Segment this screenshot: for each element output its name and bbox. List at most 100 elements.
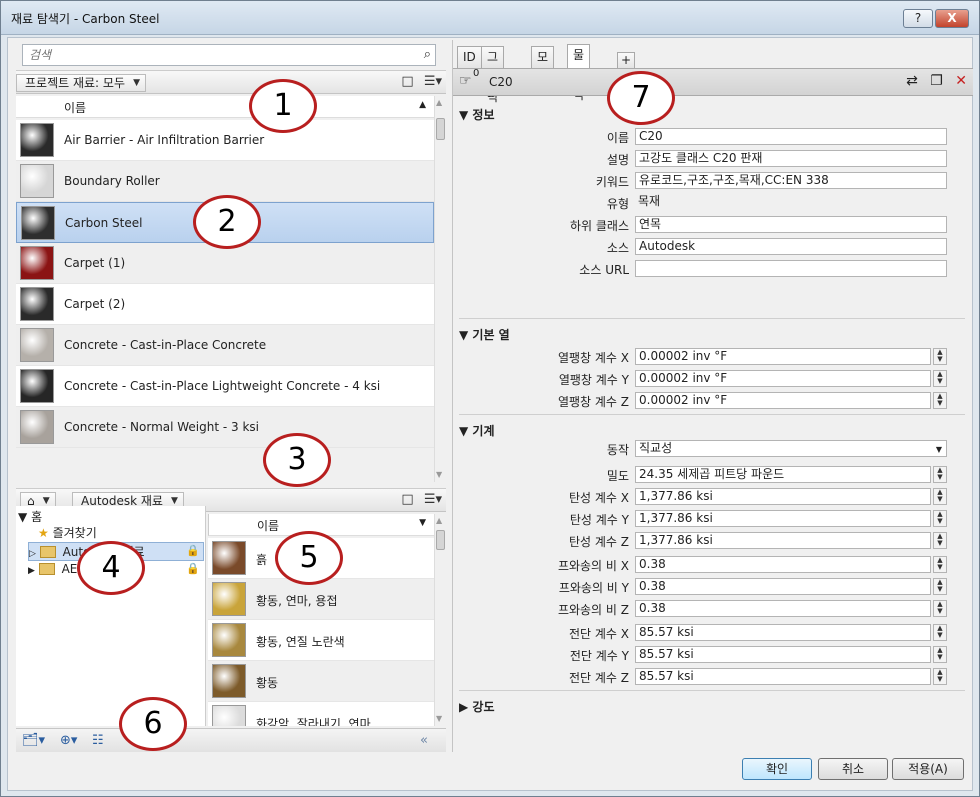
property-field[interactable]: 85.57 ksi — [635, 646, 931, 663]
panel-toggle-icon[interactable]: □ — [401, 74, 413, 89]
spinner-control[interactable]: ▲ ▼ — [933, 370, 947, 387]
material-editor-icon[interactable]: ☷ — [92, 733, 104, 748]
material-name: Boundary Roller — [64, 174, 160, 188]
property-field[interactable]: 연목 — [635, 216, 947, 233]
spinner-control[interactable]: ▲ ▼ — [933, 488, 947, 505]
spinner-control[interactable]: ▲ ▼ — [933, 600, 947, 617]
panel-toggle-icon[interactable]: □ — [401, 492, 413, 507]
property-field[interactable]: 0.00002 inv °F — [635, 348, 931, 365]
scroll-down-icon[interactable]: ▼ — [436, 714, 442, 723]
property-field[interactable]: 1,377.86 ksi — [635, 488, 931, 505]
list-view-icon[interactable]: ☰▾ — [424, 74, 442, 89]
list-item[interactable]: 황동, 연질 노란색 — [208, 620, 434, 661]
remove-asset-icon[interactable]: ✕ — [955, 73, 967, 89]
tab-identity[interactable]: ID — [457, 46, 482, 68]
spinner-control[interactable]: ▲ ▼ — [933, 466, 947, 483]
spinner-control[interactable]: ▲ ▼ — [933, 348, 947, 365]
scroll-up-icon[interactable]: ▲ — [436, 98, 442, 107]
tab-appearance[interactable]: 모양 — [531, 46, 555, 84]
property-field[interactable]: 1,377.86 ksi — [635, 532, 931, 549]
collapsed-arrow-icon[interactable]: ▶ — [28, 566, 35, 576]
folder-icon — [38, 563, 55, 575]
list-item[interactable]: Concrete - Normal Weight - 3 ksi — [16, 407, 434, 448]
property-label: 탄성 계수 Y — [569, 513, 629, 527]
section-thermal[interactable]: ▼ 기본 열 — [459, 326, 510, 343]
tab-physical[interactable]: 물리적 — [567, 44, 591, 102]
tree-node-favorites[interactable]: ★ 즐겨찾기 — [38, 524, 97, 541]
search-input[interactable] — [23, 45, 403, 65]
list-item[interactable]: Concrete - Cast-in-Place Lightweight Con… — [16, 366, 434, 407]
property-field[interactable]: 85.57 ksi — [635, 624, 931, 641]
project-list-scrollbar[interactable]: ▲ ▼ — [434, 96, 446, 482]
property-field[interactable]: 0.38 — [635, 600, 931, 617]
list-view-icon[interactable]: ☰▾ — [424, 492, 442, 507]
property-field[interactable]: 24.35 세제곱 피트당 파운드 — [635, 466, 931, 483]
list-item[interactable]: Carpet (1) — [16, 243, 434, 284]
property-field[interactable]: 1,377.86 ksi — [635, 510, 931, 527]
tree-node-home[interactable]: ▼ 홈 — [18, 508, 42, 525]
project-materials-list: Air Barrier - Air Infiltration Barrier Bo… — [16, 120, 434, 482]
property-field[interactable]: Autodesk — [635, 238, 947, 255]
property-field[interactable] — [635, 260, 947, 277]
divider — [459, 414, 965, 415]
list-item[interactable]: Carpet (2) — [16, 284, 434, 325]
expanded-arrow-icon[interactable]: ▼ — [18, 510, 27, 524]
scroll-thumb[interactable] — [436, 118, 445, 140]
ok-button[interactable]: 확인 — [742, 758, 812, 780]
list-item[interactable]: Concrete - Cast-in-Place Concrete — [16, 325, 434, 366]
spinner-control[interactable]: ▲ ▼ — [933, 646, 947, 663]
project-filter-dropdown[interactable]: 프로젝트 재료: 모두 ▼ — [16, 74, 146, 92]
material-name: 황동, 연마, 용접 — [256, 594, 338, 608]
scroll-down-icon[interactable]: ▼ — [436, 470, 442, 479]
property-field[interactable]: 유로코드,구조,구조,목재,CC:EN 338 — [635, 172, 947, 189]
tree-home-label: 홈 — [31, 510, 43, 524]
duplicate-asset-icon[interactable]: ❐ — [930, 73, 943, 89]
property-field[interactable]: 고강도 클래스 C20 판재 — [635, 150, 947, 167]
create-material-icon[interactable]: ⊕▾ — [60, 733, 77, 748]
list-item[interactable]: 화강암, 잘라내기, 연마 — [208, 702, 434, 726]
spinner-control[interactable]: ▲ ▼ — [933, 578, 947, 595]
replace-asset-icon[interactable]: ⇄ — [906, 73, 918, 89]
spinner-control[interactable]: ▲ ▼ — [933, 510, 947, 527]
property-field[interactable]: C20 — [635, 128, 947, 145]
divider — [459, 690, 965, 691]
add-asset-button[interactable]: + — [617, 52, 636, 68]
section-thermal-label: 기본 열 — [472, 328, 510, 342]
property-field[interactable]: 85.57 ksi — [635, 668, 931, 685]
section-strength[interactable]: ▶ 강도 — [459, 698, 495, 715]
spinner-control[interactable]: ▲ ▼ — [933, 556, 947, 573]
section-info[interactable]: ▼ 정보 — [459, 106, 495, 123]
list-item[interactable]: 황동 — [208, 661, 434, 702]
cancel-button[interactable]: 취소 — [818, 758, 888, 780]
property-field[interactable]: 0.38 — [635, 556, 931, 573]
property-value: 목재 — [638, 194, 661, 208]
scroll-thumb[interactable] — [436, 530, 445, 550]
sort-ascending-icon: ▲ — [419, 100, 426, 110]
material-thumbnail — [21, 206, 55, 240]
help-button[interactable]: ? — [903, 9, 933, 28]
property-field[interactable]: 0.00002 inv °F — [635, 370, 931, 387]
search-icon[interactable]: ⌕ — [424, 47, 431, 62]
project-column-header[interactable]: 이름 ▲ — [16, 96, 434, 118]
property-field[interactable]: 0.38 — [635, 578, 931, 595]
spinner-control[interactable]: ▲ ▼ — [933, 624, 947, 641]
spinner-control[interactable]: ▲ ▼ — [933, 668, 947, 685]
collapsed-arrow-icon[interactable]: ▷ — [29, 549, 36, 559]
library-list-scrollbar[interactable]: ▲ ▼ — [434, 514, 446, 726]
manage-library-icon[interactable]: 🗂▾ — [22, 733, 45, 748]
property-label: 동작 — [606, 443, 629, 457]
property-value: 0.00002 inv °F — [639, 349, 728, 363]
scroll-up-icon[interactable]: ▲ — [436, 516, 442, 525]
list-item[interactable]: 황동, 연마, 용접 — [208, 579, 434, 620]
close-button[interactable]: X — [935, 9, 969, 28]
tab-graphics[interactable]: 그래픽 — [481, 46, 505, 104]
list-item[interactable]: Air Barrier - Air Infiltration Barrier — [16, 120, 434, 161]
property-field[interactable]: 0.00002 inv °F — [635, 392, 931, 409]
section-mechanical[interactable]: ▼ 기계 — [459, 422, 495, 439]
spinner-control[interactable]: ▲ ▼ — [933, 532, 947, 549]
property-dropdown[interactable]: 직교성 ▼ — [635, 440, 947, 457]
property-label: 탄성 계수 Z — [568, 535, 629, 549]
apply-button[interactable]: 적용(A) — [892, 758, 964, 780]
collapse-panel-icon[interactable]: « — [420, 733, 428, 748]
spinner-control[interactable]: ▲ ▼ — [933, 392, 947, 409]
